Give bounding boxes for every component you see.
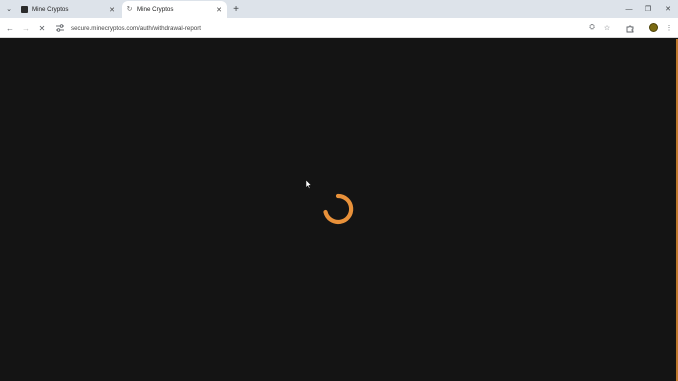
tab-title: Mine Cryptos [32,6,69,13]
bookmark-button[interactable]: ☆ [601,22,613,34]
arrow-right-icon: → [22,23,30,33]
restore-button[interactable]: ❐ [641,2,655,16]
tab-mine-cryptos-1[interactable]: Mine Cryptos ✕ [17,1,120,18]
translate-icon: ⛭ [589,24,595,31]
close-icon: ✕ [38,23,46,33]
minimize-button[interactable]: — [622,2,636,16]
site-favicon-icon [21,6,28,13]
profile-avatar[interactable] [649,23,658,32]
menu-button[interactable]: ⋮ [663,22,675,34]
loading-spinner-icon [323,193,354,225]
translate-button[interactable]: ⛭ [586,22,598,34]
plus-icon: + [233,3,239,15]
kebab-menu-icon: ⋮ [665,25,673,32]
extensions-button[interactable] [624,22,636,34]
tune-svg [56,24,64,32]
new-tab-button[interactable]: + [230,3,242,15]
close-icon[interactable]: ✕ [214,6,224,14]
tab-search-button[interactable]: ⌄ [3,3,15,15]
restore-icon: ❐ [644,6,652,13]
puzzle-icon [626,25,633,32]
close-window-button[interactable]: ✕ [661,2,675,16]
url-text[interactable]: secure.minecryptos.com/auth/withdrawal-r… [71,25,201,32]
mouse-cursor-icon [306,180,312,189]
forward-button[interactable]: → [20,22,32,34]
star-icon: ☆ [603,25,611,32]
minimize-icon: — [625,5,633,13]
chevron-down-icon: ⌄ [6,6,12,13]
close-icon[interactable]: ✕ [107,6,117,14]
tab-mine-cryptos-2[interactable]: ↻ Mine Cryptos ✕ [122,1,227,18]
tab-title: Mine Cryptos [137,6,174,13]
browser-toolbar: ← → ✕ secure.minecryptos.com/auth/withdr… [0,18,678,38]
back-button[interactable]: ← [4,22,16,34]
arrow-left-icon: ← [6,23,14,33]
loading-favicon-icon: ↻ [126,6,133,13]
address-bar[interactable]: secure.minecryptos.com/auth/withdrawal-r… [52,20,620,36]
tune-icon[interactable] [55,23,65,33]
tab-strip: ⌄ Mine Cryptos ✕ ↻ Mine Cryptos ✕ + — ❐ … [0,0,678,18]
close-icon: ✕ [665,6,671,13]
stop-loading-button[interactable]: ✕ [36,22,48,34]
